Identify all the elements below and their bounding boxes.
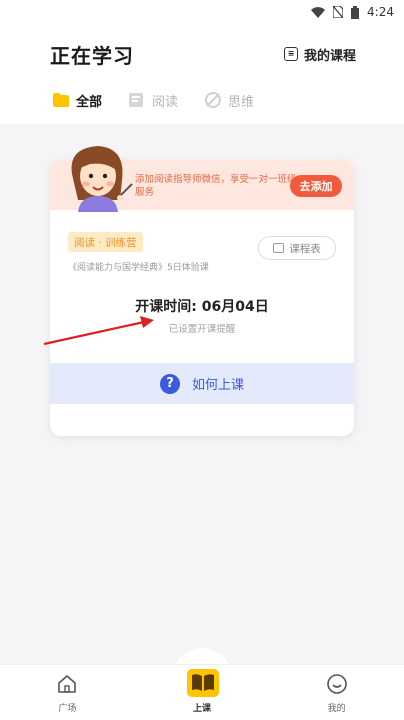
tab-all[interactable]: 全部 — [52, 91, 102, 110]
tab-reading[interactable]: 阅读 — [128, 91, 178, 110]
brain-icon — [204, 92, 222, 108]
nav-mine-label: 我的 — [327, 704, 346, 714]
annotation-arrow — [43, 316, 154, 346]
my-courses-label: 我的课程 — [303, 48, 356, 64]
battery-icon — [351, 5, 360, 19]
teacher-avatar — [71, 146, 133, 212]
smile-icon — [326, 674, 347, 694]
nav-class-label: 上课 — [193, 704, 212, 714]
category-tabs: 全部 阅读 思维 — [52, 88, 254, 112]
tab-thinking-label: 思维 — [228, 94, 255, 110]
tab-thinking[interactable]: 思维 — [204, 91, 254, 110]
nav-item-mine[interactable]: 我的 — [269, 665, 404, 720]
course-card[interactable]: 添加阅读指导师微信，享受一对一班级服务 去添加 阅读 · 训练营 《阅读能力与国… — [50, 146, 354, 436]
question-icon: ? — [159, 373, 180, 394]
banner-text: 添加阅读指导师微信，享受一对一班级服务 — [135, 174, 297, 198]
book-outline-icon — [128, 92, 146, 108]
wifi-icon — [311, 6, 326, 18]
how-to-attend-label: 如何上课 — [191, 378, 244, 393]
course-subtitle: 《阅读能力与国学经典》5日体验课 — [68, 263, 209, 273]
nav-item-plaza[interactable]: 广场 — [0, 665, 135, 720]
how-to-attend-button[interactable]: ? 如何上课 — [50, 363, 354, 404]
folder-icon — [52, 92, 70, 108]
no-sim-icon — [333, 6, 344, 18]
page-title: 正在学习 — [50, 43, 134, 68]
status-bar: 4:24 — [0, 0, 404, 24]
book-icon — [187, 669, 219, 697]
schedule-button[interactable]: 课程表 — [258, 236, 336, 260]
tab-all-label: 全部 — [76, 94, 103, 110]
home-icon — [58, 675, 77, 693]
add-wechat-button[interactable]: 去添加 — [290, 175, 342, 197]
nav-plaza-label: 广场 — [58, 704, 77, 714]
course-tag: 阅读 · 训练营 — [68, 232, 143, 252]
schedule-label: 课程表 — [289, 242, 321, 255]
status-time: 4:24 — [367, 5, 394, 19]
calendar-icon — [273, 243, 285, 253]
header: 正在学习 ≡ 我的课程 — [0, 32, 404, 76]
my-courses-button[interactable]: ≡ 我的课程 — [283, 45, 356, 64]
tab-reading-label: 阅读 — [152, 94, 179, 110]
course-list-icon: ≡ — [283, 47, 298, 61]
